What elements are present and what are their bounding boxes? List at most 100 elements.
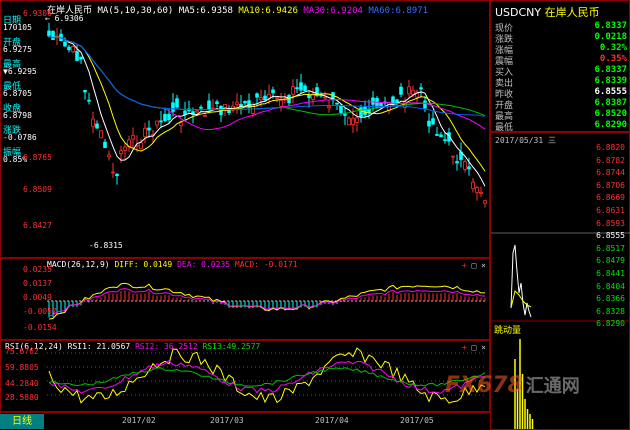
info-value: -0.0786 (3, 133, 37, 142)
time-label: 2017/02 (122, 416, 156, 425)
close-icon[interactable]: × (481, 261, 486, 270)
macd-header: MACD(26,12,9) DIFF: 0.0149 DEA: 0.0235 M… (47, 260, 298, 269)
quote-panel: USDCNY 在岸人民币 现价 6.8337 涨跌 0.0218 涨幅 0.32% 震幅 0.… (490, 0, 630, 133)
candle-body (139, 142, 143, 150)
low-marker-value: 6.8315 (93, 241, 123, 250)
rsi-pane[interactable]: RSI(6,12,24) RSI1: 21.0567 RSI2: 36.2512… (0, 340, 490, 412)
y-tick-label: 0.0137 (23, 279, 52, 288)
y-tick-label: 75.6762 (5, 347, 39, 356)
candle-body (195, 110, 199, 113)
tick-y-label: 6.8366 (596, 294, 625, 304)
tick-y-label: 6.8669 (596, 193, 625, 203)
candle-body (179, 122, 183, 127)
candle-body (123, 146, 127, 151)
candle-body (275, 96, 279, 99)
quote-value: 6.8520 (594, 109, 627, 119)
candle-body (155, 120, 159, 126)
ma10-label: MA10:6.9426 (238, 6, 298, 16)
kline-chart-pane[interactable]: 在岸人民币 MA(5,10,30,60) MA5:6.9358 MA10:6.9… (0, 0, 490, 258)
candle-body (203, 115, 207, 117)
main-header: 在岸人民币 MA(5,10,30,60) MA5:6.9358 MA10:6.9… (47, 3, 428, 16)
quote-row: 最高 6.8520 (495, 109, 627, 122)
candle-body (183, 110, 187, 115)
quote-value: 6.8339 (594, 76, 627, 86)
tick-y-label: 6.8593 (596, 218, 625, 228)
candle-body (335, 102, 339, 105)
candle-body (75, 51, 79, 61)
candle-body (163, 113, 167, 122)
candle-body (95, 123, 99, 129)
close-icon[interactable]: × (481, 343, 486, 352)
candle-body (291, 86, 295, 95)
y-tick-label: 0.0049 (23, 293, 52, 302)
macd-value: MACD: -0.0171 (234, 260, 298, 269)
candle-body (159, 120, 163, 123)
quote-name: 在岸人民币 (544, 6, 600, 19)
rsi-header: RSI(6,12,24) RSI1: 21.0567 RSI2: 36.2512… (5, 342, 260, 351)
candle-body (199, 106, 203, 109)
candle-body (483, 200, 487, 204)
candle-body (295, 87, 299, 90)
macd-chart[interactable] (1, 259, 491, 341)
kline-chart[interactable] (1, 1, 491, 259)
candle-body (267, 93, 271, 99)
y-tick-label: 6.8765 (23, 153, 52, 162)
candle-body (475, 187, 479, 194)
candle-body (263, 95, 267, 101)
restore-icon[interactable]: □ (472, 261, 477, 270)
candle-body (51, 30, 55, 40)
candle-body (419, 87, 423, 90)
add-icon[interactable]: + (462, 343, 467, 352)
candle-body (259, 97, 263, 101)
tick-y-label: 6.8328 (596, 306, 625, 316)
candle-body (79, 56, 83, 60)
ma30-label: MA30:6.9204 (303, 6, 363, 16)
quote-row: 买入 6.8337 (495, 65, 627, 78)
candle-body (347, 117, 351, 126)
y-tick-label: 6.8427 (23, 221, 52, 230)
candle-body (467, 166, 471, 170)
rsi2-line (48, 360, 486, 394)
candle-body (427, 120, 431, 127)
candle-body (279, 99, 283, 107)
add-icon[interactable]: + (462, 261, 467, 270)
rsi-chart[interactable] (1, 341, 491, 413)
candle-body (327, 105, 331, 109)
tick-y-label: 6.8631 (596, 206, 625, 215)
candle-body (99, 130, 103, 139)
candle-body (399, 86, 403, 95)
y-tick-label: 6.9306 (23, 9, 52, 18)
candle-body (71, 46, 75, 53)
tick-y-label: 6.8744 (596, 168, 625, 178)
restore-icon[interactable]: □ (472, 343, 477, 352)
candle-body (463, 161, 467, 170)
candle-body (207, 100, 211, 110)
candle-body (455, 161, 459, 164)
watermark: FX678 汇通网 (445, 372, 580, 398)
candle-body (111, 171, 115, 174)
candle-body (379, 102, 383, 107)
candle-body (87, 99, 91, 102)
rsi-controls[interactable]: + □ × (462, 343, 486, 352)
macd-dea: DEA: 0.0235 (177, 260, 231, 269)
candle-body (171, 102, 175, 112)
quote-row: 现价 6.8337 (495, 21, 627, 34)
candle-body (215, 101, 219, 104)
time-label: 2017/03 (210, 416, 244, 425)
tick-y-label: 6.8555 (596, 231, 625, 241)
candle-body (407, 86, 411, 95)
candle-body (103, 141, 107, 149)
time-label: 2017/04 (315, 416, 349, 425)
high-marker-value: 6.9306 (54, 14, 84, 23)
y-tick-label: 0.0235 (23, 265, 52, 274)
tick-y-label: 6.8706 (596, 180, 625, 190)
candle-body (255, 93, 259, 98)
tick-y-label: 6.8404 (596, 281, 625, 291)
period-button[interactable]: 日线 (0, 414, 44, 429)
quote-row: 涨幅 0.32% (495, 43, 627, 56)
macd-controls[interactable]: + □ × (462, 261, 486, 270)
rsi3-line (48, 367, 486, 387)
macd-pane[interactable]: MACD(26,12,9) DIFF: 0.0149 DEA: 0.0235 M… (0, 258, 490, 340)
quote-symbol: USDCNY (495, 6, 542, 19)
time-axis: 日线 2017/02 2017/03 2017/04 2017/05 (0, 412, 490, 430)
